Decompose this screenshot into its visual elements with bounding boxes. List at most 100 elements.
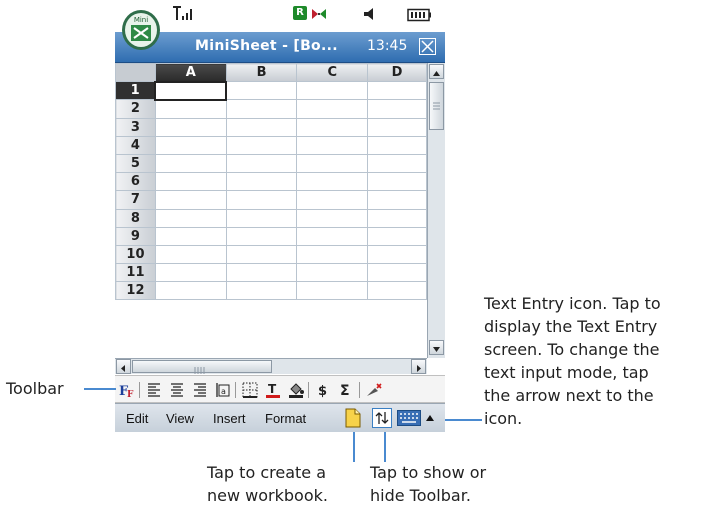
row-header[interactable]: 4 [115,135,156,155]
select-all-corner[interactable] [115,63,156,83]
column-header-d[interactable]: D [367,63,427,83]
autosum-icon[interactable]: Σ [337,381,355,399]
cell[interactable] [367,208,427,228]
cell[interactable] [154,263,227,283]
cell[interactable] [367,244,427,265]
cell[interactable] [225,117,298,137]
cell[interactable] [154,190,227,210]
cell[interactable] [154,99,227,119]
row-header[interactable]: 2 [115,99,156,119]
cell[interactable] [367,281,427,301]
cell[interactable] [367,117,427,137]
sheet-row: 4 [115,135,427,155]
row-header[interactable]: 9 [115,226,156,246]
cell[interactable] [367,172,427,192]
new-workbook-button[interactable] [345,408,361,428]
row-header[interactable]: 7 [115,190,156,210]
cell[interactable] [225,172,298,192]
cell[interactable] [225,99,298,119]
cell[interactable] [296,172,369,192]
cell[interactable] [225,208,298,228]
cell[interactable] [225,281,298,301]
cell[interactable] [154,172,227,192]
cell[interactable] [367,81,427,101]
cell[interactable] [154,208,227,228]
scroll-left-button[interactable] [116,359,131,374]
borders-icon[interactable] [241,381,259,399]
cell[interactable] [367,263,427,283]
scroll-up-button[interactable] [429,64,444,79]
cell[interactable] [296,81,369,101]
cell[interactable] [154,80,228,101]
horizontal-scrollbar[interactable] [115,358,427,374]
cell[interactable] [296,208,369,228]
cell[interactable] [296,190,369,210]
row-header[interactable]: 12 [115,281,156,301]
row-header[interactable]: 5 [115,153,156,174]
text-entry-callout-line [445,419,482,421]
row-header[interactable]: 6 [115,172,156,192]
cell[interactable] [367,226,427,246]
row-header[interactable]: 10 [115,244,156,265]
close-button[interactable] [419,38,436,55]
cell[interactable] [225,190,298,210]
cell[interactable] [296,135,369,155]
scroll-right-button[interactable] [411,359,426,374]
align-left-icon[interactable] [145,381,163,399]
cell[interactable] [154,135,227,155]
row-header[interactable]: 11 [115,263,156,283]
cell[interactable] [154,281,227,301]
column-header-c[interactable]: C [296,63,369,83]
toolbar-callout-label: Toolbar [6,379,64,398]
row-header[interactable]: 3 [115,117,156,137]
vertical-scrollbar[interactable] [427,63,445,358]
spreadsheet-grid[interactable]: A B C D 1 2 3 4 5 6 7 8 9 10 11 12 [115,63,427,358]
svg-text:Mini: Mini [134,16,148,24]
currency-icon[interactable]: $ [314,381,332,399]
input-mode-arrow-icon[interactable] [424,412,436,424]
align-right-icon[interactable] [191,381,209,399]
cell[interactable] [225,226,298,246]
cell[interactable] [367,99,427,119]
cell[interactable] [225,244,298,265]
toolbar-toggle-button[interactable] [372,408,392,428]
insert-chart-icon[interactable] [365,381,383,399]
row-header[interactable]: 1 [115,81,156,101]
cell[interactable] [154,226,227,246]
cell[interactable] [296,281,369,301]
cell[interactable] [154,117,227,137]
horizontal-scroll-thumb[interactable] [132,360,272,374]
grip-icon [433,102,440,110]
column-header-b[interactable]: B [225,63,298,83]
menu-view[interactable]: View [166,411,194,426]
menu-insert[interactable]: Insert [213,411,246,426]
cell[interactable] [296,153,369,174]
svg-text:$: $ [318,384,327,399]
cell[interactable] [296,263,369,283]
cell[interactable] [225,153,298,174]
cell[interactable] [296,244,369,265]
column-header-a[interactable]: A [154,63,227,83]
keyboard-icon[interactable] [397,410,421,426]
font-format-icon[interactable]: F F [119,381,137,399]
cell[interactable] [367,190,427,210]
align-center-icon[interactable] [168,381,186,399]
cell[interactable] [296,99,369,119]
cell[interactable] [154,153,227,174]
cell[interactable] [225,135,298,155]
cell[interactable] [367,153,427,174]
wrap-text-icon[interactable]: a [214,381,232,399]
vertical-scroll-thumb[interactable] [429,82,444,130]
cell[interactable] [367,135,427,155]
fill-color-icon[interactable] [287,381,305,399]
menu-edit[interactable]: Edit [126,411,148,426]
scroll-down-button[interactable] [429,340,444,355]
row-header[interactable]: 8 [115,208,156,228]
font-color-icon[interactable]: T [264,381,282,399]
cell[interactable] [154,244,227,265]
cell[interactable] [296,226,369,246]
menu-format[interactable]: Format [265,411,306,426]
cell[interactable] [296,117,369,137]
cell[interactable] [225,81,298,101]
cell[interactable] [225,263,298,283]
